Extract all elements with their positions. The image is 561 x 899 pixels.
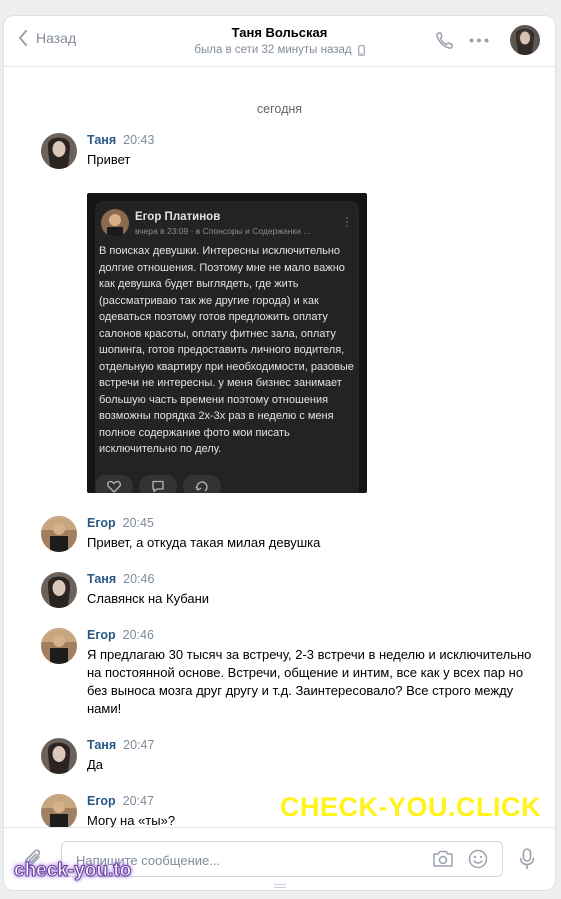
post-author-avatar — [101, 209, 129, 237]
share-icon — [183, 475, 221, 493]
message-text: Я предлагаю 30 тысяч за встречу, 2-3 вст… — [87, 647, 532, 716]
avatar[interactable] — [41, 572, 77, 608]
sender-name[interactable]: Таня — [87, 572, 116, 586]
avatar[interactable] — [41, 794, 77, 830]
more-dots-icon[interactable] — [469, 38, 489, 43]
mobile-icon — [357, 44, 365, 56]
post-menu-icon: · · · — [345, 210, 349, 232]
post-card: Егор Платинов вчера в 23:09 · в Спонсоры… — [95, 201, 359, 493]
camera-icon[interactable] — [432, 849, 454, 869]
watermark-large: CHECK-YOU.CLICK — [280, 792, 541, 822]
post-meta: вчера в 23:09 · в Спонсоры и Содержанки … — [135, 226, 311, 236]
date-separator: сегодня — [256, 102, 303, 116]
message-text: Привет — [87, 152, 131, 167]
sender-name[interactable]: Таня — [87, 738, 116, 752]
contact-avatar[interactable] — [510, 25, 540, 55]
sender-name[interactable]: Егор — [87, 794, 116, 808]
avatar[interactable] — [41, 133, 77, 169]
message-text: Славянск на Кубани — [87, 591, 210, 606]
sender-name[interactable]: Таня — [87, 133, 116, 147]
message-time[interactable]: 20:47 — [123, 738, 154, 752]
avatar[interactable] — [41, 628, 77, 664]
like-icon — [95, 475, 133, 493]
watermark-small: check-you.to — [13, 860, 132, 882]
message-time[interactable]: 20:46 — [123, 572, 154, 586]
post-text: В поисках девушки. Интересны исключитель… — [99, 245, 354, 455]
message-time[interactable]: 20:46 — [123, 628, 154, 642]
message-text: Привет, а откуда такая милая девушка — [87, 535, 321, 550]
emoji-icon[interactable] — [468, 849, 488, 869]
sender-name[interactable]: Егор — [87, 516, 116, 530]
sender-name[interactable]: Егор — [87, 628, 116, 642]
message-time[interactable]: 20:43 — [123, 133, 154, 147]
microphone-icon[interactable] — [519, 848, 535, 870]
avatar[interactable] — [41, 516, 77, 552]
post-author-name: Егор Платинов — [135, 211, 221, 223]
message-time[interactable]: 20:45 — [123, 516, 154, 530]
chat-window: Назад Таня Вольская была в сети 32 минут… — [4, 16, 555, 890]
comment-icon — [139, 475, 177, 493]
avatar[interactable] — [41, 738, 77, 774]
resize-grip[interactable] — [274, 882, 286, 888]
message-time[interactable]: 20:47 — [123, 794, 154, 808]
message-text: Да — [87, 757, 104, 772]
attached-image[interactable]: Егор Платинов вчера в 23:09 · в Спонсоры… — [87, 193, 367, 493]
chat-header: Назад Таня Вольская была в сети 32 минут… — [4, 16, 555, 67]
online-status: была в сети 32 минуты назад — [194, 44, 352, 56]
phone-icon[interactable] — [434, 31, 454, 51]
